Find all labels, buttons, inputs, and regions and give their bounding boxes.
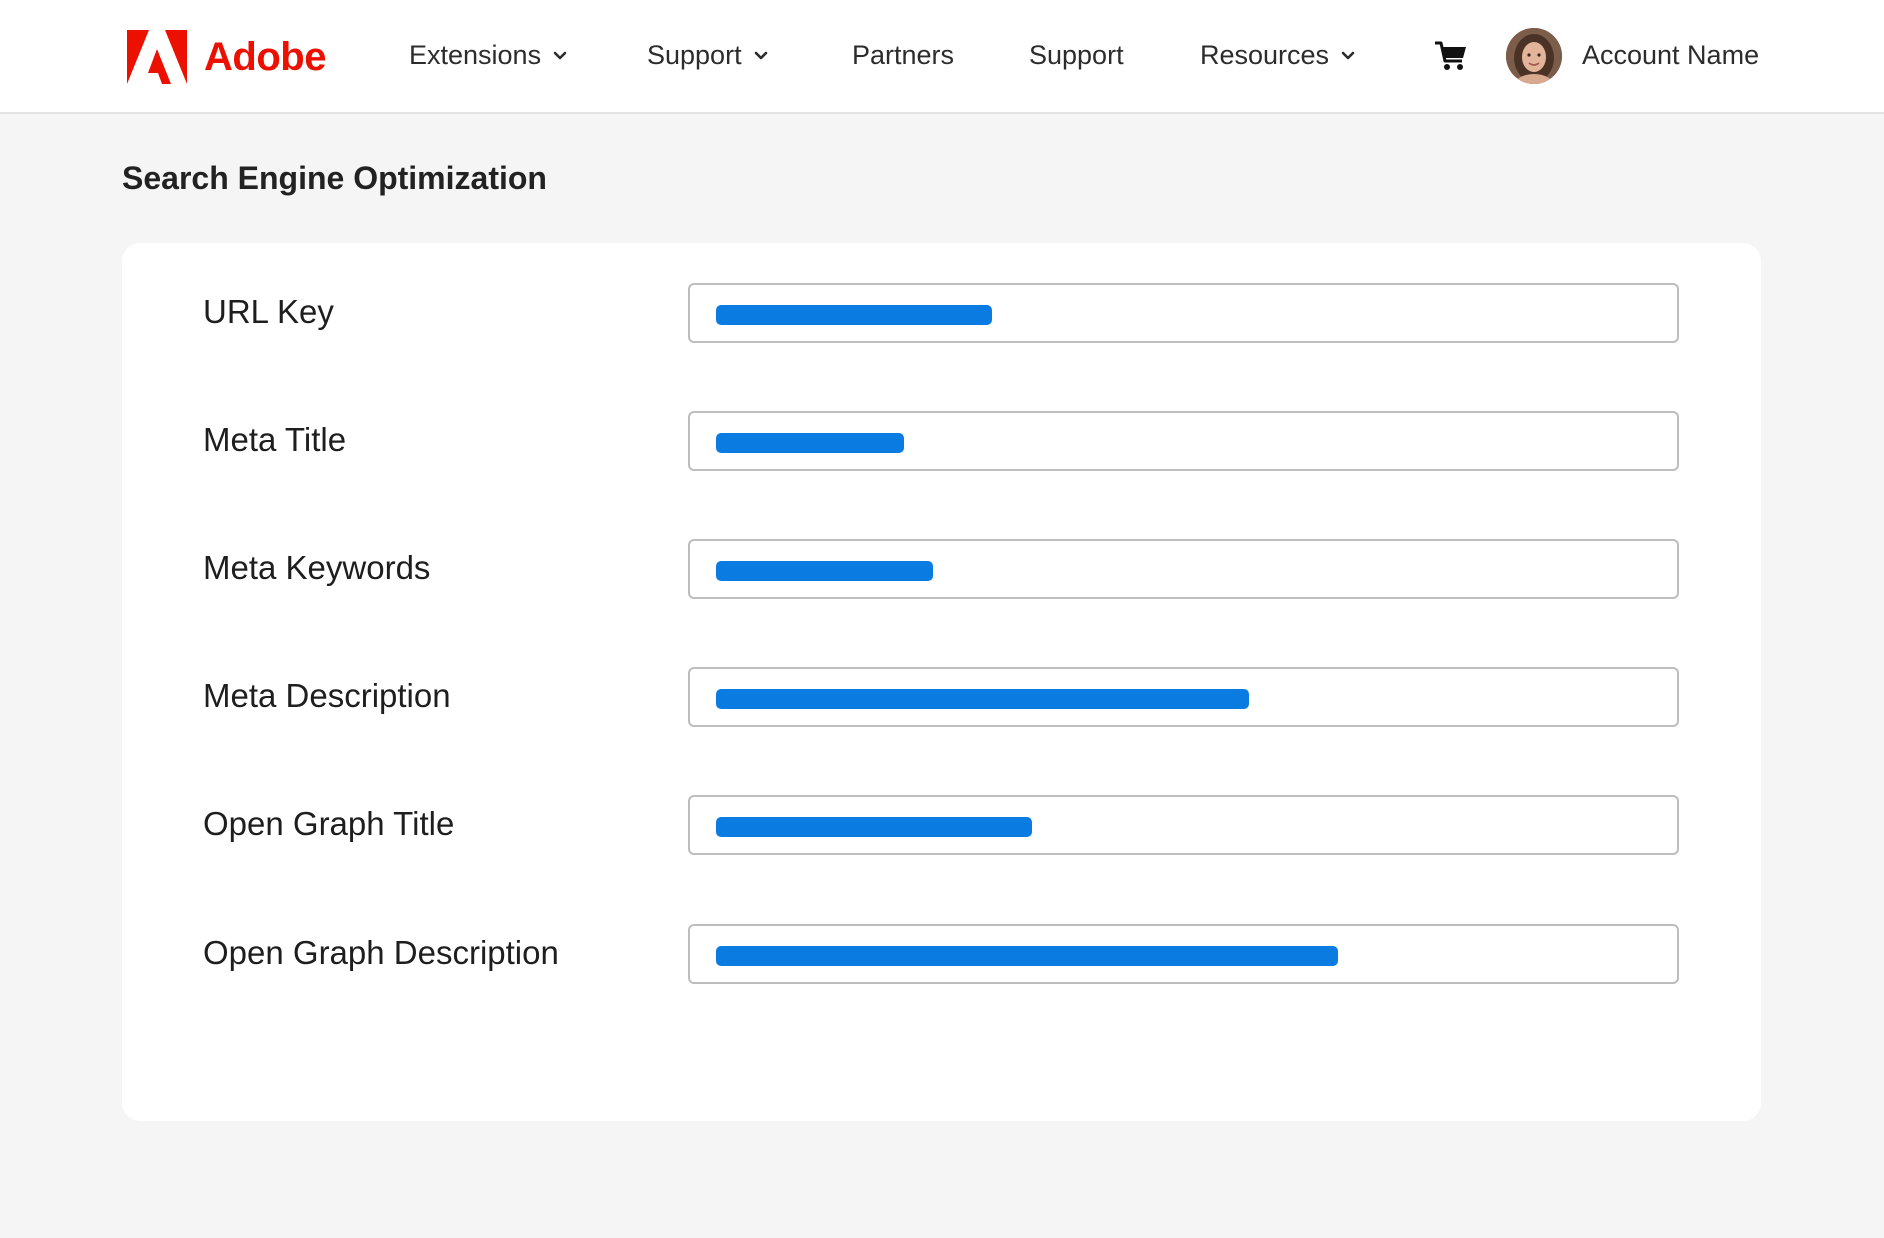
nav-resources[interactable]: Resources xyxy=(1200,40,1355,71)
field-value-placeholder-bar xyxy=(716,305,992,325)
field-label: Meta Title xyxy=(203,421,347,458)
form-row-meta-title: Meta Title xyxy=(122,411,1761,471)
meta-keywords-input[interactable] xyxy=(688,539,1679,599)
shopping-cart-icon[interactable] xyxy=(1434,40,1468,72)
nav-support[interactable]: Support xyxy=(1029,40,1124,71)
nav-partners-label: Partners xyxy=(852,40,955,70)
nav-support-dropdown[interactable]: Support xyxy=(647,40,768,71)
field-value-placeholder-bar xyxy=(716,433,904,453)
nav-support-dropdown-label: Support xyxy=(647,40,742,70)
nav-resources-label: Resources xyxy=(1200,40,1330,70)
page: Adobe Extensions Support Partners Suppor… xyxy=(0,0,1884,1238)
open-graph-description-input[interactable] xyxy=(688,924,1679,984)
account-name[interactable]: Account Name xyxy=(1582,40,1759,71)
form-row-url-key: URL Key xyxy=(122,283,1761,343)
field-label: Open Graph Title xyxy=(203,805,455,842)
field-label: Meta Keywords xyxy=(203,549,431,586)
meta-title-input[interactable] xyxy=(688,411,1679,471)
avatar-photo-icon xyxy=(1506,28,1562,84)
user-avatar[interactable] xyxy=(1506,28,1562,84)
seo-form-card: URL Key Meta Title Meta Keywords Meta De… xyxy=(122,243,1761,1121)
form-row-open-graph-title: Open Graph Title xyxy=(122,795,1761,855)
form-row-open-graph-description: Open Graph Description xyxy=(122,924,1761,984)
nav-support-label: Support xyxy=(1029,40,1124,70)
open-graph-title-input[interactable] xyxy=(688,795,1679,855)
field-value-placeholder-bar xyxy=(716,561,933,581)
brand-name: Adobe xyxy=(204,34,326,79)
field-value-placeholder-bar xyxy=(716,689,1249,709)
chevron-down-icon xyxy=(754,51,768,61)
url-key-input[interactable] xyxy=(688,283,1679,343)
meta-description-input[interactable] xyxy=(688,667,1679,727)
field-label: Open Graph Description xyxy=(203,934,559,971)
field-value-placeholder-bar xyxy=(716,946,1338,966)
chevron-down-icon xyxy=(1341,51,1355,61)
adobe-logo[interactable]: Adobe xyxy=(127,30,326,84)
nav-extensions[interactable]: Extensions xyxy=(409,40,567,71)
form-row-meta-keywords: Meta Keywords xyxy=(122,539,1761,599)
top-navigation-bar: Adobe Extensions Support Partners Suppor… xyxy=(0,0,1884,114)
field-label: URL Key xyxy=(203,293,334,330)
form-row-meta-description: Meta Description xyxy=(122,667,1761,727)
field-label: Meta Description xyxy=(203,677,451,714)
chevron-down-icon xyxy=(553,51,567,61)
page-title: Search Engine Optimization xyxy=(122,160,547,196)
field-value-placeholder-bar xyxy=(716,817,1032,837)
adobe-logo-icon xyxy=(127,30,187,84)
nav-extensions-label: Extensions xyxy=(409,40,542,70)
nav-partners[interactable]: Partners xyxy=(852,40,954,71)
